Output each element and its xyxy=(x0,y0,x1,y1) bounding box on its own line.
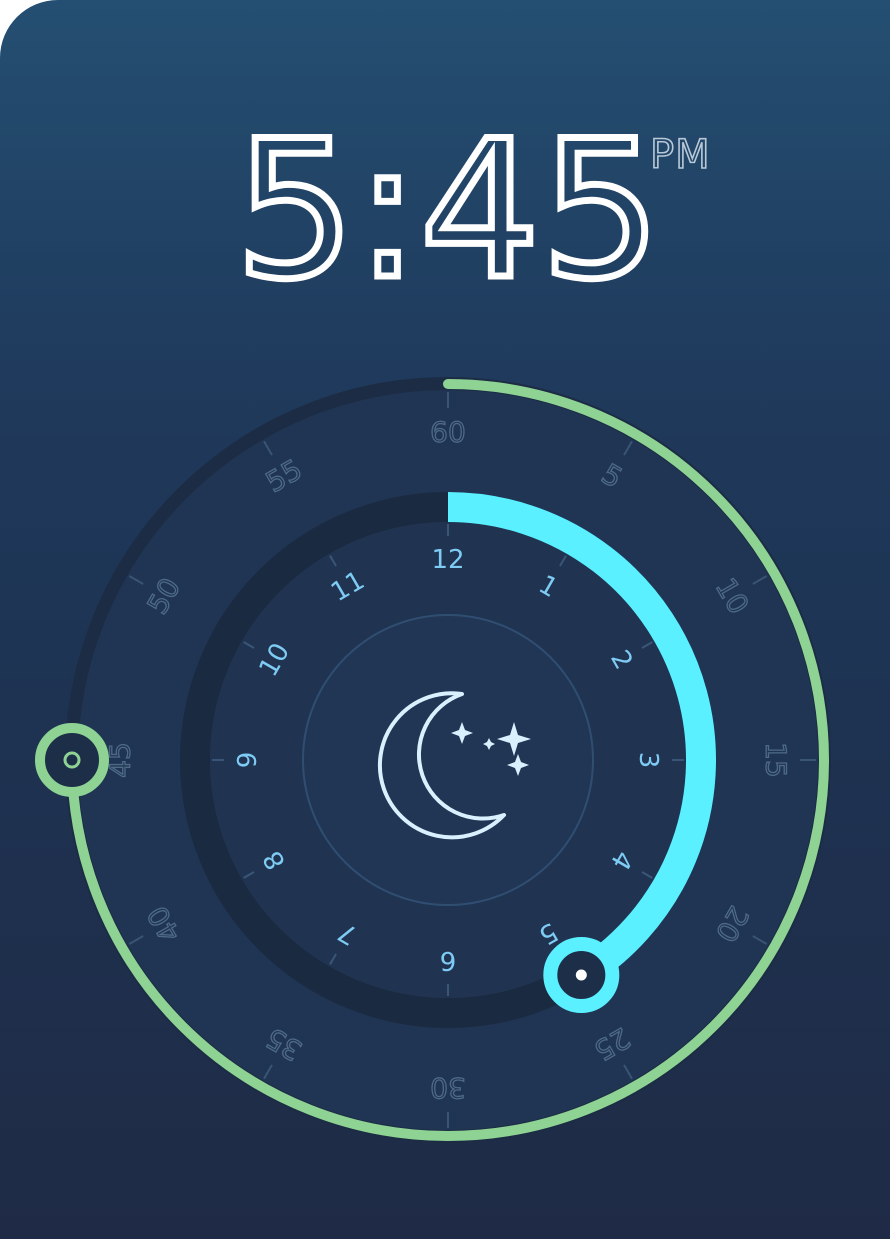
hour-label: 12 xyxy=(431,545,464,575)
time-display: 5:45 PM xyxy=(231,97,711,325)
minute-label: 30 xyxy=(430,1072,466,1105)
time-text: 5:45 xyxy=(235,100,662,321)
minute-label: 60 xyxy=(430,416,466,449)
hour-label: 3 xyxy=(633,752,663,769)
center-disc xyxy=(302,614,594,906)
hour-label: 6 xyxy=(440,945,457,975)
alarm-screen: 5:45 PM 60 5 10 15 20 25 30 35 40 45 50 55 12 1 2 3 4 5 6… xyxy=(0,0,890,1239)
minute-label: 15 xyxy=(760,742,793,778)
hour-label: 9 xyxy=(233,752,263,769)
clock-dial: 5:45 PM 60510152025303540455055 12123456… xyxy=(35,97,831,1143)
hour-handle[interactable] xyxy=(543,937,620,1014)
minute-handle[interactable] xyxy=(35,723,109,797)
ampm-label: PM xyxy=(650,132,711,178)
